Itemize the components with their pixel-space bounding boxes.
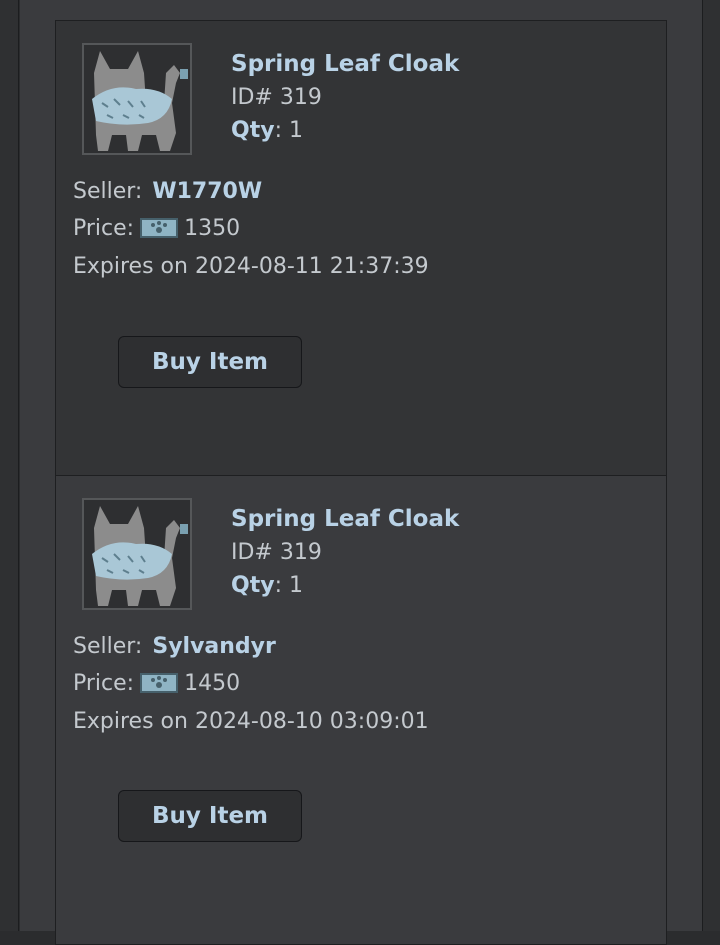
price-value: 1450 [184, 671, 241, 696]
qty-value: : 1 [274, 573, 303, 598]
qty-value: : 1 [274, 118, 303, 143]
listing-card: Spring Leaf Cloak ID# 319 Qty: 1 Seller:… [55, 20, 667, 476]
item-name: Spring Leaf Cloak [231, 51, 460, 77]
price-row: Price: 1350 [73, 210, 429, 247]
seller-row: Seller: Sylvandyr [73, 628, 429, 665]
buy-item-button[interactable]: Buy Item [118, 790, 302, 842]
price-row: Price: 1450 [73, 665, 429, 702]
price-label: Price: [73, 216, 135, 241]
right-gutter [702, 0, 720, 931]
qty-label: Qty [231, 118, 275, 143]
buy-item-button[interactable]: Buy Item [118, 336, 302, 388]
item-id: ID# 319 [231, 540, 322, 565]
item-qty: Qty: 1 [231, 569, 459, 602]
seller-label: Seller: [73, 179, 143, 204]
listing-card: Spring Leaf Cloak ID# 319 Qty: 1 Seller:… [55, 475, 667, 945]
paw-currency-icon [140, 218, 179, 238]
price-label: Price: [73, 671, 135, 696]
seller-name-link[interactable]: W1770W [152, 179, 262, 204]
item-id: ID# 319 [231, 85, 322, 110]
paw-currency-icon [140, 673, 179, 693]
cat-cloak-icon [82, 498, 192, 610]
item-thumbnail [82, 498, 192, 610]
left-gutter [0, 0, 19, 931]
item-thumbnail [82, 43, 192, 155]
listing-details: Seller: Sylvandyr Price: 1450 Expires on … [73, 628, 429, 742]
seller-row: Seller: W1770W [73, 173, 429, 210]
seller-name-link[interactable]: Sylvandyr [152, 634, 276, 659]
qty-label: Qty [231, 573, 275, 598]
item-name: Spring Leaf Cloak [231, 506, 460, 532]
expires-text: Expires on 2024-08-10 03:09:01 [73, 709, 429, 734]
item-info: Spring Leaf Cloak ID# 319 Qty: 1 [231, 47, 459, 147]
listing-details: Seller: W1770W Price: 1350 Expires on 202… [73, 173, 429, 287]
item-qty: Qty: 1 [231, 114, 459, 147]
expires-text: Expires on 2024-08-11 21:37:39 [73, 254, 429, 279]
cat-cloak-icon [82, 43, 192, 155]
price-value: 1350 [184, 216, 241, 241]
item-info: Spring Leaf Cloak ID# 319 Qty: 1 [231, 502, 459, 602]
seller-label: Seller: [73, 634, 143, 659]
